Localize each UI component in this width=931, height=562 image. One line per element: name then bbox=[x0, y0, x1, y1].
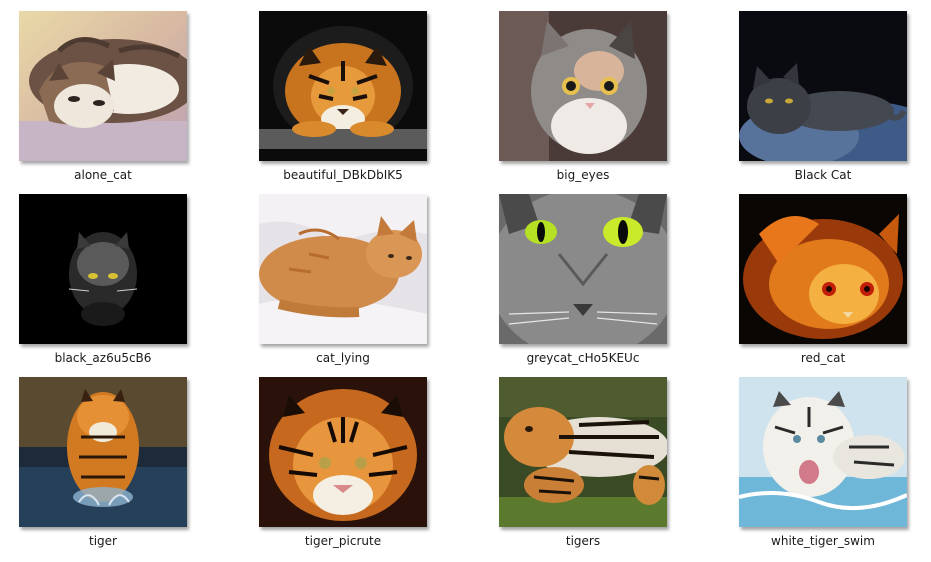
file-item-alone-cat[interactable]: alone_cat bbox=[9, 11, 209, 191]
file-name-label: alone_cat bbox=[74, 168, 132, 182]
black-cat-thumbnail[interactable] bbox=[739, 11, 907, 161]
file-item-black-cat[interactable]: Black Cat bbox=[729, 11, 929, 191]
file-name-label: greycat_cHo5KEUc bbox=[526, 351, 640, 365]
file-item-black-az6u5cb6[interactable]: black_az6u5cB6 bbox=[9, 194, 209, 374]
tigers-thumbnail[interactable] bbox=[499, 377, 667, 527]
file-name-label: red_cat bbox=[800, 351, 846, 365]
file-item-tigers[interactable]: tigers bbox=[489, 377, 689, 557]
file-name-label: tiger bbox=[89, 534, 117, 548]
file-item-red-cat[interactable]: red_cat bbox=[729, 194, 929, 374]
file-name-label: beautiful_DBkDbIK5 bbox=[283, 168, 403, 182]
file-name-label: Black Cat bbox=[794, 168, 852, 182]
file-item-cat-lying[interactable]: cat_lying bbox=[249, 194, 449, 374]
white-tiger-swim-thumbnail[interactable] bbox=[739, 377, 907, 527]
file-name-label: white_tiger_swim bbox=[771, 534, 875, 548]
black-az6u5cb6-thumbnail[interactable] bbox=[19, 194, 187, 344]
greycat-thumbnail[interactable] bbox=[499, 194, 667, 344]
file-name-label: big_eyes bbox=[556, 168, 610, 182]
tiger-thumbnail[interactable] bbox=[19, 377, 187, 527]
red-cat-thumbnail[interactable] bbox=[739, 194, 907, 344]
file-thumbnail-grid: alone_cat beautiful_DBkDbIK5 big_eyes Bl… bbox=[0, 0, 931, 562]
big-eyes-thumbnail[interactable] bbox=[499, 11, 667, 161]
cat-lying-thumbnail[interactable] bbox=[259, 194, 427, 344]
file-name-label: tigers bbox=[565, 534, 601, 548]
tiger-picrute-thumbnail[interactable] bbox=[259, 377, 427, 527]
file-item-white-tiger-swim[interactable]: white_tiger_swim bbox=[729, 377, 929, 557]
file-item-tiger[interactable]: tiger bbox=[9, 377, 209, 557]
file-name-label: tiger_picrute bbox=[304, 534, 382, 548]
file-item-greycat[interactable]: greycat_cHo5KEUc bbox=[489, 194, 689, 374]
file-name-label: cat_lying bbox=[316, 351, 370, 365]
file-item-big-eyes[interactable]: big_eyes bbox=[489, 11, 689, 191]
alone-cat-thumbnail[interactable] bbox=[19, 11, 187, 161]
file-item-tiger-picrute[interactable]: tiger_picrute bbox=[249, 377, 449, 557]
file-item-beautiful[interactable]: beautiful_DBkDbIK5 bbox=[249, 11, 449, 191]
file-name-label: black_az6u5cB6 bbox=[54, 351, 152, 365]
beautiful-thumbnail[interactable] bbox=[259, 11, 427, 161]
